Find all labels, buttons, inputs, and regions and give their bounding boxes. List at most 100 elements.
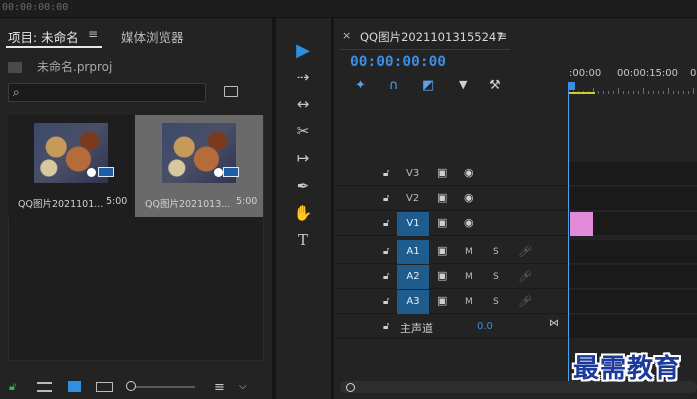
sync-lock-icon[interactable]: ▣ xyxy=(437,216,447,229)
work-area-bar[interactable] xyxy=(569,92,595,94)
microphone-icon[interactable]: 🎤︎ xyxy=(518,295,532,308)
ruler-tick xyxy=(598,91,599,94)
sync-lock-icon[interactable]: ▣ xyxy=(437,294,447,307)
close-icon[interactable]: × xyxy=(342,29,351,42)
playhead-line xyxy=(568,86,569,386)
track-name-v3[interactable]: V3 xyxy=(406,168,419,179)
track-lock-icon[interactable]: 🔓︎ xyxy=(383,321,389,332)
track-target-v1[interactable]: V1 xyxy=(397,212,429,236)
icon-view-icon[interactable] xyxy=(68,381,81,392)
nest-toggle-icon[interactable]: ✦ xyxy=(355,78,366,93)
top-timecode: 00:00:00:00 xyxy=(2,2,69,13)
ripple-edit-tool-icon[interactable]: ↔ xyxy=(291,93,315,115)
track-lock-icon[interactable]: 🔓︎ xyxy=(383,271,389,282)
sync-lock-icon[interactable]: ▣ xyxy=(437,191,447,204)
wrench-icon[interactable]: ⚒ xyxy=(489,78,501,93)
track-lane-a3[interactable] xyxy=(569,290,697,314)
track-name-v2[interactable]: V2 xyxy=(406,193,419,204)
ruler-tick xyxy=(643,88,644,94)
track-lane-v2[interactable] xyxy=(569,187,697,211)
track-header-a2 xyxy=(334,265,568,289)
lock-icon[interactable]: 🔓︎ xyxy=(9,380,16,394)
list-view-icon[interactable] xyxy=(37,382,52,392)
ruler-tick xyxy=(613,91,614,94)
ruler-tick xyxy=(673,91,674,94)
timeline-menu-icon[interactable]: ≡ xyxy=(497,29,507,43)
track-header-v3 xyxy=(334,162,568,186)
top-bar: 00:00:00:00 xyxy=(0,0,697,18)
clip-type-icon xyxy=(98,167,114,177)
ruler-tick xyxy=(628,91,629,94)
ruler-label: :00:00 xyxy=(569,68,602,79)
razor-tool-icon[interactable]: ✂ xyxy=(291,120,315,142)
track-header-v2 xyxy=(334,187,568,211)
track-lock-icon[interactable]: 🔓︎ xyxy=(383,218,389,229)
eye-icon[interactable]: ◉ xyxy=(464,216,474,229)
eye-icon[interactable]: ◉ xyxy=(464,166,474,179)
ruler-tick xyxy=(663,91,664,94)
track-lane-a1[interactable] xyxy=(569,240,697,264)
selection-tool-icon[interactable]: ▶ xyxy=(291,40,315,62)
track-header-a1 xyxy=(334,240,568,264)
ruler-label: 00 xyxy=(690,68,697,79)
scrollbar-handle[interactable] xyxy=(346,383,355,392)
folder-icon xyxy=(8,62,22,73)
add-marker-icon[interactable]: ▼ xyxy=(459,78,467,91)
mute-button[interactable]: M xyxy=(465,272,473,282)
track-target-a3[interactable]: A3 xyxy=(397,290,429,314)
clip-name: QQ图片2021101... xyxy=(18,199,104,210)
clip-thumbnail xyxy=(34,123,108,183)
linked-selection-icon[interactable]: ◩ xyxy=(422,78,434,93)
eye-icon[interactable]: ◉ xyxy=(464,191,474,204)
sync-lock-icon[interactable]: ▣ xyxy=(437,166,447,179)
panel-menu-icon[interactable]: ≡ xyxy=(88,27,98,41)
video-clip[interactable] xyxy=(570,212,593,236)
track-lane-v3[interactable] xyxy=(569,162,697,186)
mute-button[interactable]: M xyxy=(465,247,473,257)
playhead-timecode[interactable]: 00:00:00:00 xyxy=(350,54,446,70)
clip-item[interactable]: QQ图片2021101... 5:00 xyxy=(8,115,136,217)
sync-lock-icon[interactable]: ▣ xyxy=(437,244,447,257)
microphone-icon[interactable]: 🎤︎ xyxy=(518,270,532,283)
microphone-icon[interactable]: 🎤︎ xyxy=(518,245,532,258)
search-input[interactable]: ⌕ xyxy=(8,83,206,102)
clip-usage-icon xyxy=(87,168,96,177)
zoom-slider-handle[interactable] xyxy=(126,381,136,391)
zoom-slider[interactable] xyxy=(131,386,195,388)
solo-button[interactable]: S xyxy=(493,297,499,307)
track-select-tool-icon[interactable]: ⇢ xyxy=(291,66,315,88)
track-header-a3 xyxy=(334,290,568,314)
mute-button[interactable]: M xyxy=(465,297,473,307)
clip-item-selected[interactable]: QQ图片2021013... 5:00 xyxy=(135,115,263,217)
solo-button[interactable]: S xyxy=(493,247,499,257)
sort-icon[interactable]: ≡ xyxy=(214,380,225,395)
track-lock-icon[interactable]: 🔓︎ xyxy=(383,168,389,179)
ruler-tick xyxy=(618,88,619,94)
solo-button[interactable]: S xyxy=(493,272,499,282)
track-lock-icon[interactable]: 🔓︎ xyxy=(383,193,389,204)
pen-tool-icon[interactable]: ✒ xyxy=(291,175,315,197)
freeform-view-icon[interactable] xyxy=(96,382,113,392)
sync-lock-icon[interactable]: ▣ xyxy=(437,269,447,282)
track-target-a2[interactable]: A2 xyxy=(397,265,429,289)
tab-project[interactable]: 项目: 未命名 xyxy=(8,27,79,46)
go-to-end-icon[interactable]: ⋈ xyxy=(549,318,559,329)
new-bin-icon[interactable] xyxy=(224,86,238,97)
chevron-down-icon[interactable]: ⌵ xyxy=(239,381,247,392)
master-volume-value[interactable]: 0.0 xyxy=(477,321,493,332)
slip-tool-icon[interactable]: ↦ xyxy=(291,147,315,169)
playhead-handle[interactable] xyxy=(568,82,575,90)
snap-icon[interactable]: ∩ xyxy=(389,78,399,93)
sequence-tab-title[interactable]: QQ图片20211013155247 xyxy=(360,29,504,45)
hand-tool-icon[interactable]: ✋ xyxy=(291,202,315,224)
track-lock-icon[interactable]: 🔓︎ xyxy=(383,246,389,257)
ruler-tick xyxy=(623,91,624,94)
type-tool-icon[interactable]: T xyxy=(291,229,315,251)
search-icon: ⌕ xyxy=(13,85,20,99)
ruler-tick xyxy=(668,88,669,94)
watermark: 最需教育 xyxy=(573,354,682,384)
track-lock-icon[interactable]: 🔓︎ xyxy=(383,296,389,307)
tab-media-browser[interactable]: 媒体浏览器 xyxy=(121,27,184,46)
track-target-a1[interactable]: A1 xyxy=(397,240,429,264)
track-lane-a2[interactable] xyxy=(569,265,697,289)
